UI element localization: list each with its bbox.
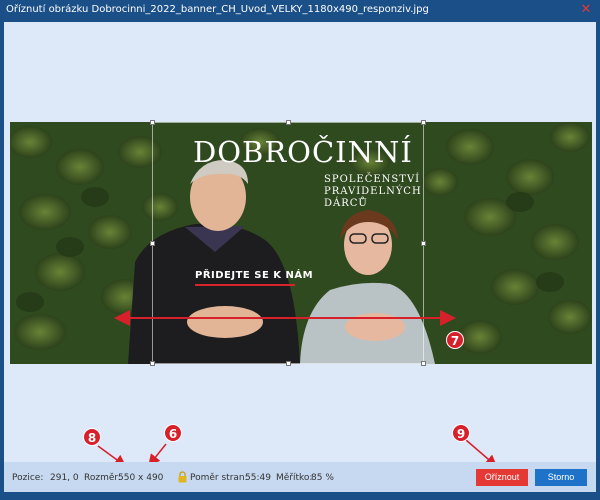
close-icon[interactable]: ✕ — [579, 3, 593, 17]
window-title: Oříznutí obrázku Dobrocinni_2022_banner_… — [6, 4, 429, 15]
scale-value: 85 % — [311, 473, 334, 483]
crop-button[interactable]: Oříznout — [476, 469, 528, 486]
size-label: Rozměr: — [84, 473, 121, 483]
banner-subtitle-line: DÁRCŮ — [324, 198, 368, 209]
position-value: 291, 0 — [50, 473, 79, 483]
crop-handle-top-left[interactable] — [150, 120, 155, 125]
annotation-marker-8: 8 — [83, 428, 101, 446]
crop-handle-bottom-right[interactable] — [421, 361, 426, 366]
window-titlebar: Oříznutí obrázku Dobrocinni_2022_banner_… — [0, 0, 600, 22]
size-value: 550 x 490 — [118, 473, 164, 483]
banner-title: DOBROČINNÍ — [193, 135, 413, 169]
crop-handle-bottom[interactable] — [286, 361, 291, 366]
ratio-value: 55:49 — [245, 473, 271, 483]
banner-subtitle-line: PRAVIDELNÝCH — [324, 186, 422, 197]
crop-handle-right[interactable] — [421, 241, 426, 246]
annotation-marker-7: 7 — [446, 331, 464, 349]
crop-handle-top[interactable] — [286, 120, 291, 125]
ratio-label: Poměr stran: — [190, 473, 248, 483]
lock-icon[interactable] — [178, 471, 187, 483]
banner-cta: PŘIDEJTE SE K NÁM — [195, 270, 314, 281]
crop-handle-left[interactable] — [150, 241, 155, 246]
banner-subtitle: SPOLEČENSTVÍ PRAVIDELNÝCH DÁRCŮ — [324, 174, 424, 210]
crop-handle-top-right[interactable] — [421, 120, 426, 125]
status-bar: Pozice: 291, 0 Rozměr: 550 x 490 Poměr s… — [4, 462, 596, 492]
banner-cta-underline — [195, 284, 295, 286]
cancel-button[interactable]: Storno — [535, 469, 587, 486]
scale-label: Měřítko: — [276, 473, 313, 483]
annotation-marker-6: 6 — [164, 424, 182, 442]
crop-handle-bottom-left[interactable] — [150, 361, 155, 366]
position-label: Pozice: — [12, 473, 44, 483]
annotation-marker-9: 9 — [452, 424, 470, 442]
banner-subtitle-line: SPOLEČENSTVÍ — [324, 174, 421, 185]
